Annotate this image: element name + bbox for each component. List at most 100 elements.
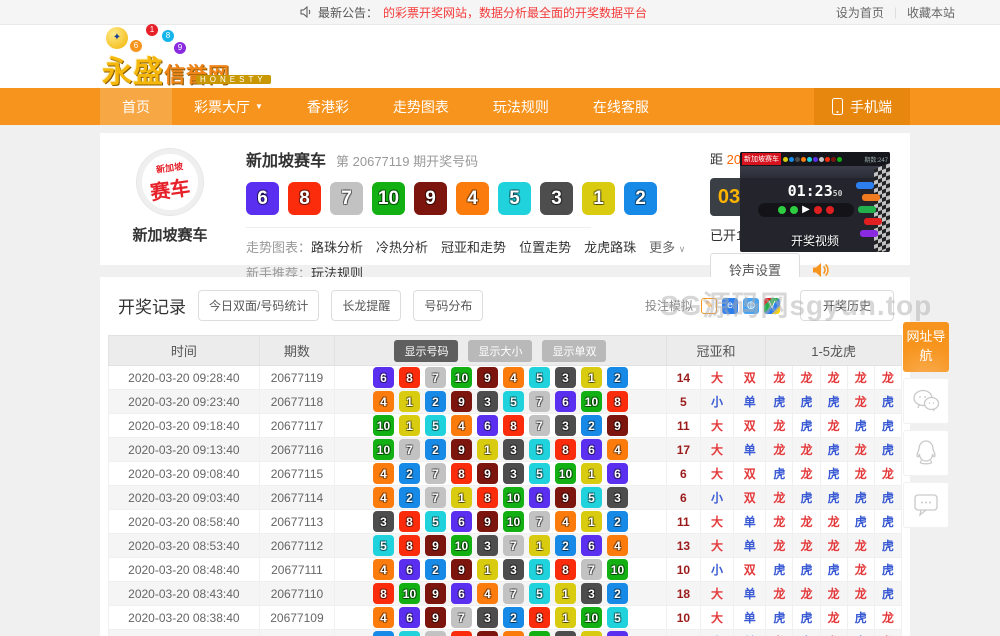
number-ball-9: 9	[477, 511, 498, 532]
browser-app-icon-2[interactable]: ◍	[743, 298, 759, 314]
number-ball-9: 9	[425, 535, 446, 556]
number-ball-7: 7	[330, 182, 363, 215]
site-logo[interactable]: ✦1869 永盛信誉网 HONESTY	[100, 27, 290, 87]
nav-item-玩法规则[interactable]: 玩法规则	[471, 88, 571, 125]
number-ball-1: 1	[581, 367, 602, 388]
number-ball-7: 7	[451, 607, 472, 628]
number-ball-8: 8	[555, 559, 576, 580]
number-ball-6: 6	[607, 631, 628, 636]
row-ball-group: 58910371264	[335, 535, 666, 556]
row-dragon-tiger-5: 虎	[874, 438, 901, 462]
nav-item-首页[interactable]: 首页	[100, 88, 172, 125]
row-time: 2020-03-20 08:48:40	[109, 558, 260, 582]
edit-app-icon[interactable]: ✎	[701, 298, 717, 314]
qq-button[interactable]	[903, 430, 949, 476]
row-parity: 单	[734, 630, 766, 636]
row-dragon-tiger-5: 龙	[874, 462, 901, 486]
lottery-name: 新加坡赛车	[110, 224, 230, 245]
table-row: 2020-03-20 09:03:4020677114427181069536小…	[109, 486, 902, 510]
number-ball-10: 10	[503, 487, 524, 508]
number-ball-7: 7	[425, 463, 446, 484]
row-size: 小	[700, 630, 733, 636]
row-dragon-tiger-4: 虎	[847, 486, 874, 510]
browser-app-icon[interactable]: e	[722, 298, 738, 314]
records-button-今日双面/号码统计[interactable]: 今日双面/号码统计	[198, 290, 319, 321]
number-ball-8: 8	[288, 182, 321, 215]
row-ball-group: 10729135864	[335, 439, 666, 460]
mobile-version-button[interactable]: 手机端	[814, 88, 910, 125]
records-button-长龙提醒[interactable]: 长龙提醒	[331, 290, 401, 321]
wechat-icon	[912, 389, 940, 413]
number-ball-2: 2	[607, 367, 628, 388]
draw-issue-label: 第 20677119 期开奖号码	[336, 151, 478, 170]
number-ball-8: 8	[555, 439, 576, 460]
table-row: 2020-03-20 08:38:40206771094697328110510…	[109, 606, 902, 630]
set-home-link[interactable]: 设为首页	[836, 4, 884, 21]
main-nav: 首页彩票大厅▼香港彩走势图表玩法规则在线客服 手机端	[0, 88, 1000, 125]
history-button[interactable]: 开奖历史	[800, 290, 894, 321]
row-issue: 20677113	[259, 510, 334, 534]
site-header: ✦1869 永盛信誉网 HONESTY	[0, 25, 1000, 88]
row-sum: 6	[666, 462, 700, 486]
number-ball-7: 7	[529, 511, 550, 532]
row-dragon-tiger-3: 龙	[820, 534, 847, 558]
speaker-icon	[300, 6, 313, 18]
table-row: 2020-03-20 09:28:40206771196871094531214…	[109, 366, 902, 390]
display-button-显示单双[interactable]: 显示单双	[542, 340, 606, 362]
row-dragon-tiger-3: 虎	[820, 390, 847, 414]
table-row: 2020-03-20 08:43:40206771108109647513218…	[109, 582, 902, 606]
volume-icon[interactable]	[812, 262, 830, 278]
chevron-down-icon: ∨	[679, 244, 686, 254]
row-size: 小	[700, 558, 733, 582]
row-dragon-tiger-5: 虎	[874, 510, 901, 534]
nav-item-走势图表[interactable]: 走势图表	[371, 88, 471, 125]
row-dragon-tiger-2: 龙	[793, 438, 820, 462]
trend-link-冠亚和走势[interactable]: 冠亚和走势	[441, 240, 506, 255]
number-ball-5: 5	[399, 631, 420, 636]
row-numbers: 46291358710	[335, 558, 667, 582]
row-numbers: 46973281105	[335, 606, 667, 630]
number-ball-6: 6	[607, 463, 628, 484]
trend-link-位置走势[interactable]: 位置走势	[519, 240, 571, 255]
row-numbers: 58910371264	[335, 534, 667, 558]
row-dragon-tiger-1: 龙	[766, 534, 793, 558]
logo-subtitle: HONESTY	[196, 75, 271, 84]
row-sum: 10	[666, 606, 700, 630]
records-button-号码分布[interactable]: 号码分布	[413, 290, 483, 321]
number-ball-2: 2	[399, 463, 420, 484]
site-nav-box[interactable]: 网址导航	[903, 322, 949, 372]
number-ball-5: 5	[498, 182, 531, 215]
row-dragon-tiger-3: 虎	[820, 438, 847, 462]
number-ball-2: 2	[425, 391, 446, 412]
number-ball-2: 2	[607, 511, 628, 532]
row-sum: 14	[666, 366, 700, 390]
number-ball-3: 3	[477, 607, 498, 628]
number-ball-9: 9	[451, 559, 472, 580]
number-ball-10: 10	[555, 463, 576, 484]
number-ball-8: 8	[607, 391, 628, 412]
bookmark-link[interactable]: 收藏本站	[907, 4, 955, 21]
nav-item-在线客服[interactable]: 在线客服	[571, 88, 671, 125]
wechat-button[interactable]	[903, 378, 949, 424]
number-ball-8: 8	[503, 415, 524, 436]
row-ball-group: 42718106953	[335, 487, 666, 508]
nav-item-香港彩[interactable]: 香港彩	[285, 88, 371, 125]
more-link[interactable]: 更多 ∨	[649, 237, 685, 256]
number-ball-6: 6	[451, 583, 472, 604]
lottery-video-panel[interactable]: 新加坡赛车 期数:247 01:2350 ▶ 开奖视频	[740, 152, 890, 252]
trend-link-龙虎路珠[interactable]: 龙虎路珠	[584, 240, 636, 255]
row-ball-group: 41293576108	[335, 391, 666, 412]
nav-item-彩票大厅[interactable]: 彩票大厅▼	[172, 88, 285, 125]
trend-link-冷热分析[interactable]: 冷热分析	[376, 240, 428, 255]
chat-button[interactable]	[903, 482, 949, 528]
play-icon[interactable]: ▶	[802, 206, 810, 214]
multicolor-app-icon[interactable]: V	[764, 298, 780, 314]
number-ball-4: 4	[456, 182, 489, 215]
display-button-显示大小[interactable]: 显示大小	[468, 340, 532, 362]
row-parity: 单	[734, 534, 766, 558]
trend-link-路珠分析[interactable]: 路珠分析	[311, 240, 363, 255]
row-dragon-tiger-2: 龙	[793, 582, 820, 606]
display-button-显示号码[interactable]: 显示号码	[394, 340, 458, 362]
row-numbers: 42718106953	[335, 486, 667, 510]
table-row: 2020-03-20 09:08:4020677115427893510166大…	[109, 462, 902, 486]
